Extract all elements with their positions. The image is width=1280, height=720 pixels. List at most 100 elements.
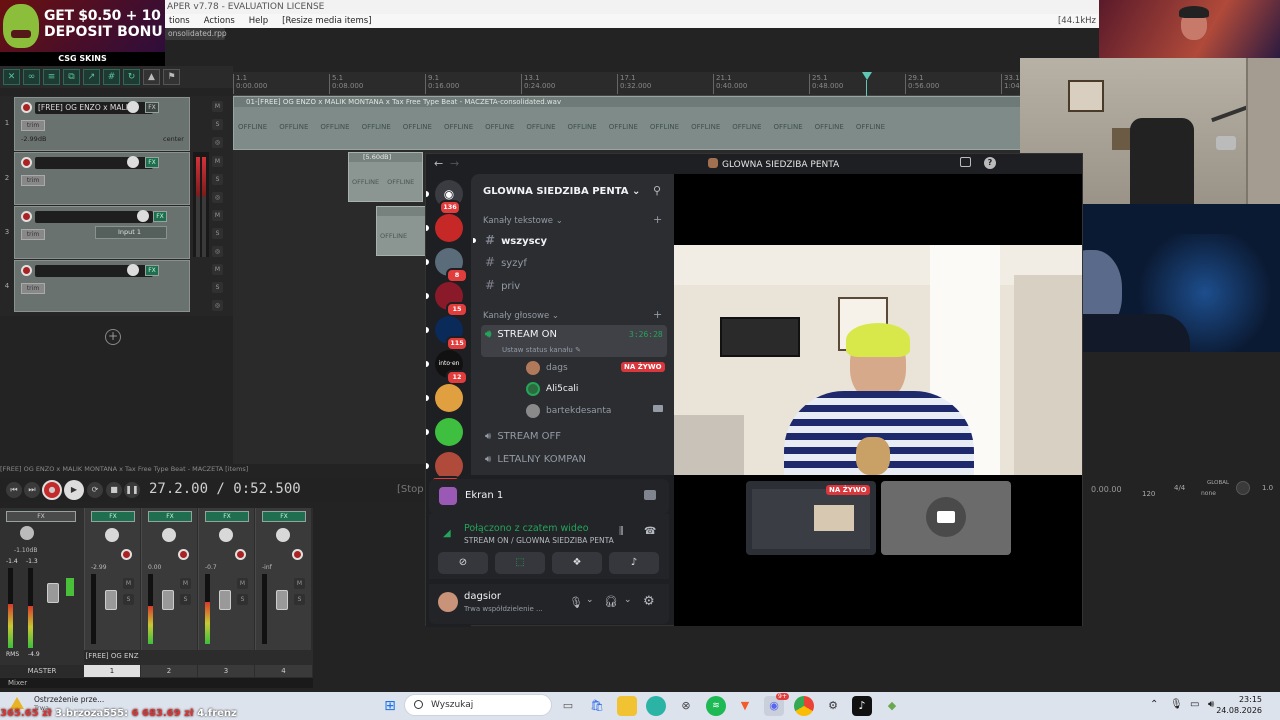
task-view-icon[interactable]: ▭ [558, 696, 578, 716]
forward-arrow-icon[interactable]: → [450, 157, 459, 170]
strip-record-arm-button[interactable] [235, 549, 246, 560]
spotify-icon[interactable]: ≋ [706, 696, 726, 716]
settings-gear-icon[interactable]: ⚙ [643, 594, 655, 609]
track-4[interactable]: FX trim [14, 260, 190, 312]
phase-icon[interactable]: ◎ [212, 246, 223, 257]
signal-icon[interactable]: ◢ [443, 528, 451, 539]
mixer-tab[interactable]: Mixer [8, 679, 27, 687]
playhead-marker[interactable] [862, 72, 872, 80]
windows-start-icon[interactable]: ⊞ [380, 696, 400, 716]
server-icon-1[interactable] [435, 214, 463, 242]
voice-user-dags[interactable]: dags [526, 361, 568, 375]
envelope-icon[interactable]: ↗ [83, 69, 100, 85]
strip-fader[interactable] [105, 590, 117, 610]
strip-solo-button[interactable]: S [237, 594, 248, 605]
phase-icon[interactable]: ◎ [212, 300, 223, 311]
record-arm-button[interactable] [21, 211, 32, 222]
menu-options[interactable]: tions [169, 14, 190, 28]
disconnect-icon[interactable]: ☎ [644, 526, 656, 537]
mute-button[interactable]: M [212, 264, 223, 275]
media-item[interactable]: 01-[FREE] OG ENZO x MALIK MONTANA x Tax … [233, 96, 1023, 150]
record-arm-button[interactable] [21, 102, 32, 113]
track-2[interactable]: FX trim [14, 152, 190, 205]
show-hidden-icons-chevron-icon[interactable]: ⌃ [1150, 699, 1158, 710]
track-name[interactable] [35, 211, 153, 223]
mic-options-chevron-icon[interactable]: ⌄ [586, 595, 594, 605]
trim-button[interactable]: trim [21, 175, 45, 186]
activities-button[interactable]: ❖ [552, 552, 602, 574]
voice-channel-letalny-kompan[interactable]: 🔊︎ LETALNY KOMPAN [481, 450, 667, 470]
microphone-tray-icon[interactable]: 🎙︎ [1170, 699, 1183, 710]
volume-icon[interactable]: 🔊︎ [1208, 699, 1214, 710]
fx-button[interactable]: FX [153, 211, 167, 222]
strip-pan-knob[interactable] [162, 528, 176, 542]
server-icon-6[interactable] [435, 418, 463, 446]
add-member-icon[interactable]: ⚲ [653, 184, 661, 197]
sub-media-item[interactable]: [5.60dB] OFFLINE OFFLINE [348, 152, 423, 202]
strip-record-arm-button[interactable] [292, 549, 303, 560]
project-tab[interactable]: onsolidated.rpp [165, 28, 227, 40]
strip-solo-button[interactable]: S [180, 594, 191, 605]
user-name[interactable]: dagsior [464, 591, 501, 602]
trim-button[interactable]: trim [21, 120, 45, 131]
category-text-channels[interactable]: Kanały tekstowe ⌄ [483, 216, 563, 226]
audio-options-chevron-icon[interactable]: ⌄ [624, 595, 632, 605]
record-button[interactable]: ● [42, 480, 62, 500]
group-icon[interactable]: ⧉ [63, 69, 80, 85]
volume-knob[interactable] [127, 101, 139, 113]
stop-share-icon[interactable] [644, 490, 656, 500]
strip-mute-button[interactable]: M [237, 578, 248, 589]
time-signature[interactable]: 4/4 [1174, 484, 1185, 492]
tiktok-icon[interactable]: ♪ [852, 696, 872, 716]
strip-pan-knob[interactable] [105, 528, 119, 542]
voice-user-bartekdesanta[interactable]: bartekdesanta [526, 404, 611, 418]
strip-fx-button[interactable]: FX [148, 511, 192, 522]
trim-button[interactable]: trim [21, 229, 45, 240]
back-arrow-icon[interactable]: ← [434, 157, 443, 170]
fx-button[interactable]: FX [145, 102, 159, 113]
add-voice-channel-icon[interactable]: + [653, 308, 662, 321]
track-3[interactable]: FX trim Input 1 [14, 206, 190, 259]
add-track-icon[interactable]: + [105, 329, 121, 345]
steam-icon[interactable]: ⚙ [823, 696, 843, 716]
solo-button[interactable]: S [212, 174, 223, 185]
input-select[interactable]: Input 1 [95, 226, 167, 239]
metronome-icon[interactable]: ⚑ [163, 69, 180, 85]
camera-off-button[interactable]: ⊘ [438, 552, 488, 574]
rate-display[interactable]: 1.0 [1262, 484, 1273, 492]
system-clock[interactable]: 23:15 24.08.2026 [1216, 694, 1262, 716]
master-fx-button[interactable]: FX [6, 511, 76, 522]
mute-button[interactable]: M [212, 156, 223, 167]
menu-resize-items[interactable]: [Resize media items] [282, 14, 371, 28]
strip-fader[interactable] [276, 590, 288, 610]
strip-pan-knob[interactable] [276, 528, 290, 542]
global-value[interactable]: none [1201, 490, 1216, 497]
channel-priv[interactable]: # priv [481, 275, 667, 295]
strip-mute-button[interactable]: M [123, 578, 134, 589]
grid-icon[interactable]: # [103, 69, 120, 85]
volume-knob[interactable] [127, 156, 139, 168]
record-arm-button[interactable] [21, 157, 32, 168]
track-1[interactable]: [FREE] OG ENZO x MALIK FX trim -2.99dB cente… [14, 97, 190, 151]
record-arm-button[interactable] [21, 265, 32, 276]
category-voice-channels[interactable]: Kanały głosowe ⌄ [483, 311, 559, 321]
noise-suppression-icon[interactable]: ⫼ [619, 526, 624, 537]
menu-help[interactable]: Help [249, 14, 268, 28]
strip-record-arm-button[interactable] [121, 549, 132, 560]
cursor-tool-icon[interactable]: ✕ [3, 69, 20, 85]
strip-fader[interactable] [219, 590, 231, 610]
solo-button[interactable]: S [212, 282, 223, 293]
strip-fader[interactable] [162, 590, 174, 610]
camera-off-tile[interactable] [881, 481, 1011, 555]
time-position[interactable]: 27.2.00 / 0:52.500 [149, 481, 301, 497]
share-screen-button[interactable]: ⬚ [495, 552, 545, 574]
playrate-knob[interactable] [1236, 481, 1250, 495]
display-icon[interactable]: ▭ [1190, 699, 1199, 710]
strip-record-arm-button[interactable] [178, 549, 189, 560]
strip-fx-button[interactable]: FX [91, 511, 135, 522]
go-end-icon[interactable]: ⏭ [24, 482, 40, 498]
loop-button-icon[interactable]: ⟳ [87, 482, 103, 498]
mute-button[interactable]: M [212, 210, 223, 221]
go-start-icon[interactable]: ⏮ [6, 482, 22, 498]
solo-button[interactable]: S [212, 228, 223, 239]
